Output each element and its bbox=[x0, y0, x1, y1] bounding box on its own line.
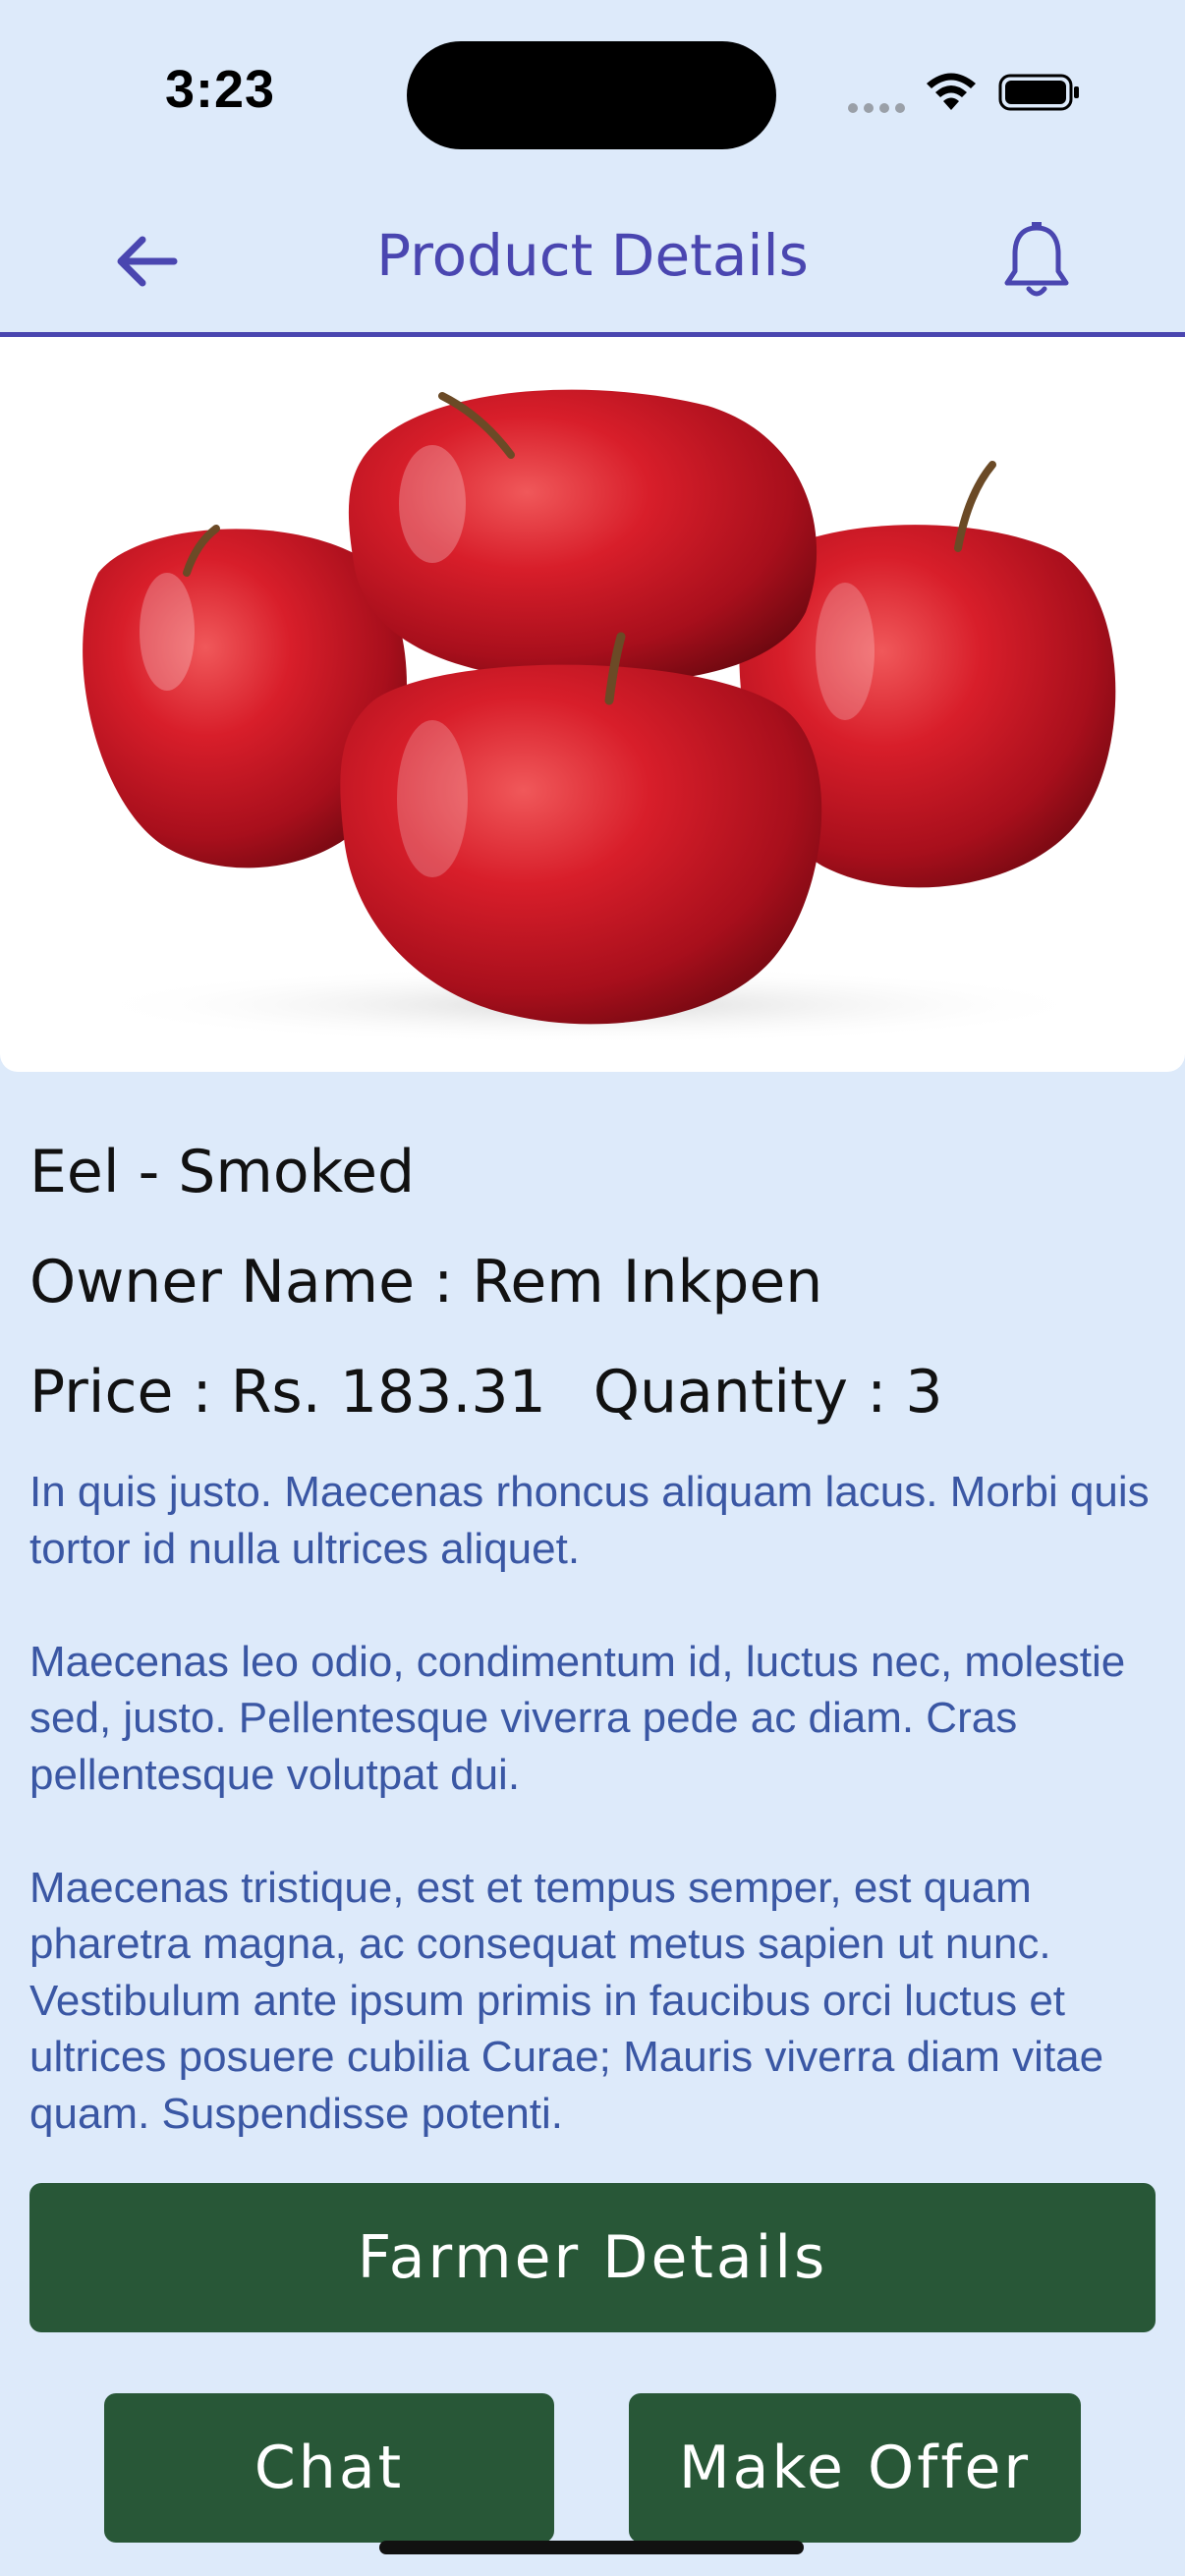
owner-label: Owner Name : bbox=[29, 1248, 473, 1316]
apples-image bbox=[79, 389, 1116, 1044]
notification-button[interactable] bbox=[992, 212, 1081, 310]
app-header: Product Details bbox=[0, 187, 1185, 337]
cellular-signal-icon bbox=[848, 103, 905, 113]
dynamic-island bbox=[407, 41, 776, 149]
product-description: In quis justo. Maecenas rhoncus aliquam … bbox=[29, 1464, 1159, 2142]
status-bar: 3:23 bbox=[0, 0, 1185, 187]
battery-icon bbox=[998, 74, 1079, 111]
quantity-label: Quantity : bbox=[592, 1358, 906, 1427]
description-paragraph: In quis justo. Maecenas rhoncus aliquam … bbox=[29, 1468, 1150, 1573]
status-time: 3:23 bbox=[165, 60, 276, 119]
owner-line: Owner Name : Rem Inkpen bbox=[29, 1248, 822, 1316]
product-image bbox=[0, 337, 1185, 1072]
farmer-details-button[interactable]: Farmer Details bbox=[29, 2183, 1156, 2332]
price-quantity-line: Price : Rs. 183.31 Quantity : 3 bbox=[29, 1358, 943, 1427]
product-name: Eel - Smoked bbox=[29, 1138, 416, 1206]
wifi-icon bbox=[927, 73, 976, 110]
price-label: Price : bbox=[29, 1358, 231, 1427]
owner-name: Rem Inkpen bbox=[472, 1248, 823, 1316]
home-indicator bbox=[379, 2541, 804, 2554]
apple-front bbox=[340, 632, 822, 1025]
price-value: Rs. 183.31 bbox=[230, 1358, 546, 1427]
make-offer-button[interactable]: Make Offer bbox=[629, 2393, 1081, 2543]
description-paragraph: Maecenas tristique, est et tempus semper… bbox=[29, 1863, 1104, 2138]
description-paragraph: Maecenas leo odio, condimentum id, luctu… bbox=[29, 1637, 1126, 1799]
bell-icon bbox=[1004, 222, 1069, 297]
apple-top bbox=[348, 389, 818, 684]
chat-button[interactable]: Chat bbox=[104, 2393, 554, 2543]
quantity-value: 3 bbox=[905, 1358, 943, 1427]
